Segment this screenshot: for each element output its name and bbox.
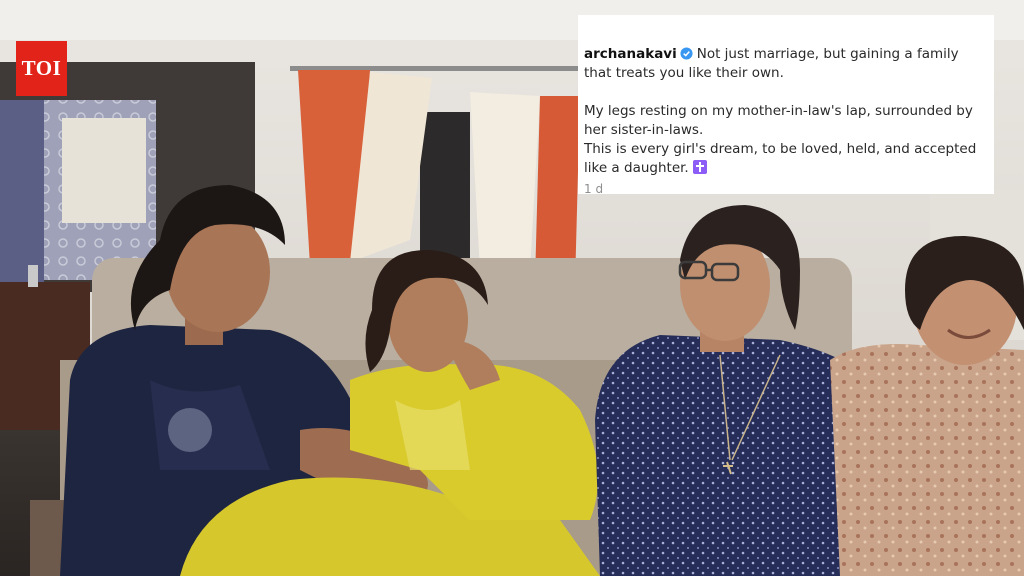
caption-username: archanakavi bbox=[584, 46, 677, 62]
caption-third-paragraph: This is every girl's dream, to be loved,… bbox=[584, 140, 988, 178]
toi-logo-text: TOI bbox=[21, 56, 62, 80]
toi-logo: TOI bbox=[16, 41, 67, 96]
curtain-orange-right bbox=[535, 96, 580, 285]
latin-cross-emoji-icon bbox=[692, 160, 707, 174]
mirror bbox=[62, 118, 146, 223]
curtain-cream-right bbox=[470, 92, 540, 270]
instagram-caption-card: archanakavi Not just marriage, but gainin… bbox=[578, 15, 994, 194]
caption-line-2: My legs resting on my mother-in-law's la… bbox=[584, 103, 973, 138]
caption-line-3: This is every girl's dream, to be loved,… bbox=[584, 141, 977, 176]
caption-timestamp: 1 d bbox=[584, 182, 604, 194]
caption-first-paragraph: archanakavi Not just marriage, but gainin… bbox=[584, 45, 988, 83]
verified-badge-icon bbox=[680, 47, 693, 60]
